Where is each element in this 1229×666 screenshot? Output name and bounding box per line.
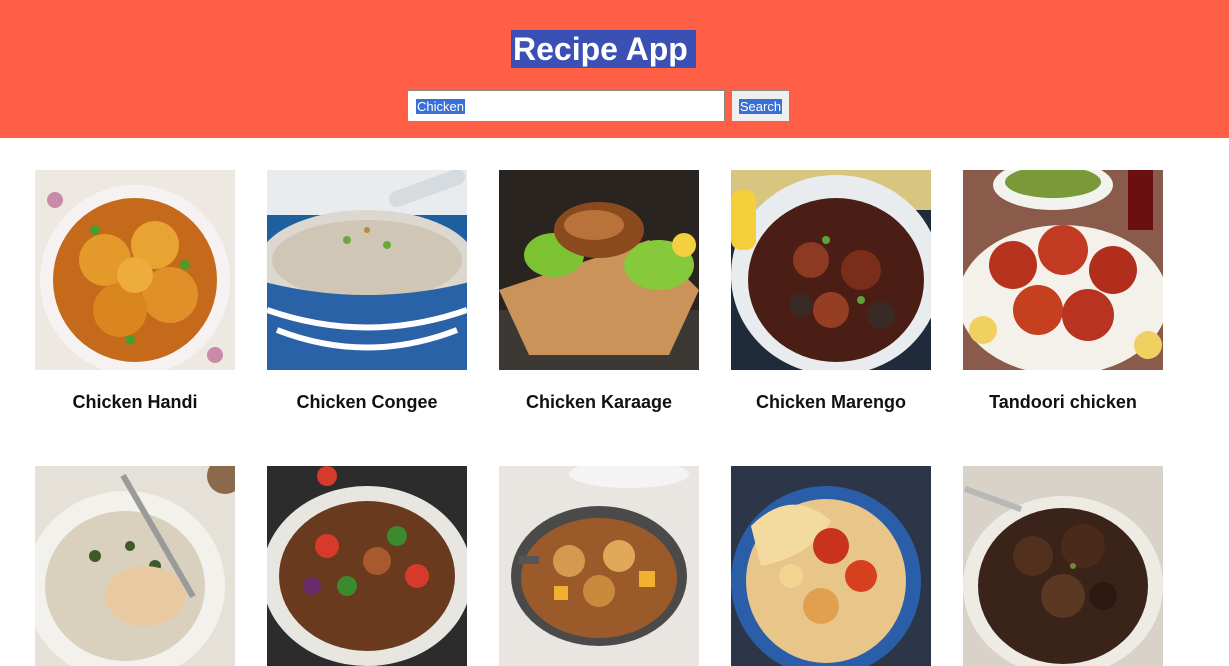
recipe-card[interactable]: Chicken Handi <box>35 170 235 412</box>
header: Recipe App Chicken Search <box>0 0 1229 138</box>
search-button-label: Search <box>738 99 783 114</box>
app-title: Recipe App <box>511 30 696 68</box>
recipe-card[interactable] <box>731 466 931 666</box>
recipe-card[interactable]: Chicken Congee <box>267 170 467 412</box>
recipe-title[interactable]: Chicken Handi <box>19 392 251 413</box>
recipe-card[interactable] <box>499 466 699 666</box>
recipe-title[interactable]: Chicken Karaage <box>483 392 715 413</box>
recipe-title[interactable]: Chicken Marengo <box>715 392 947 413</box>
recipe-card[interactable]: Tandoori chicken <box>963 170 1163 412</box>
recipe-image[interactable] <box>731 170 931 370</box>
recipe-image[interactable] <box>267 170 467 370</box>
recipe-image[interactable] <box>499 466 699 666</box>
recipe-card[interactable] <box>35 466 235 666</box>
recipe-card[interactable] <box>963 466 1163 666</box>
recipe-image[interactable] <box>35 170 235 370</box>
recipe-image[interactable] <box>267 466 467 666</box>
recipe-image[interactable] <box>35 466 235 666</box>
search-input[interactable]: Chicken <box>407 90 725 122</box>
recipe-image[interactable] <box>731 466 931 666</box>
recipe-image[interactable] <box>963 170 1163 370</box>
search-button[interactable]: Search <box>731 90 790 122</box>
recipe-image[interactable] <box>963 466 1163 666</box>
recipe-title[interactable]: Chicken Congee <box>251 392 483 413</box>
recipe-image[interactable] <box>499 170 699 370</box>
recipe-card[interactable]: Chicken Marengo <box>731 170 931 412</box>
search-input-value: Chicken <box>416 99 465 114</box>
recipe-title[interactable]: Tandoori chicken <box>947 392 1179 413</box>
recipe-card[interactable] <box>267 466 467 666</box>
recipe-card[interactable]: Chicken Karaage <box>499 170 699 412</box>
